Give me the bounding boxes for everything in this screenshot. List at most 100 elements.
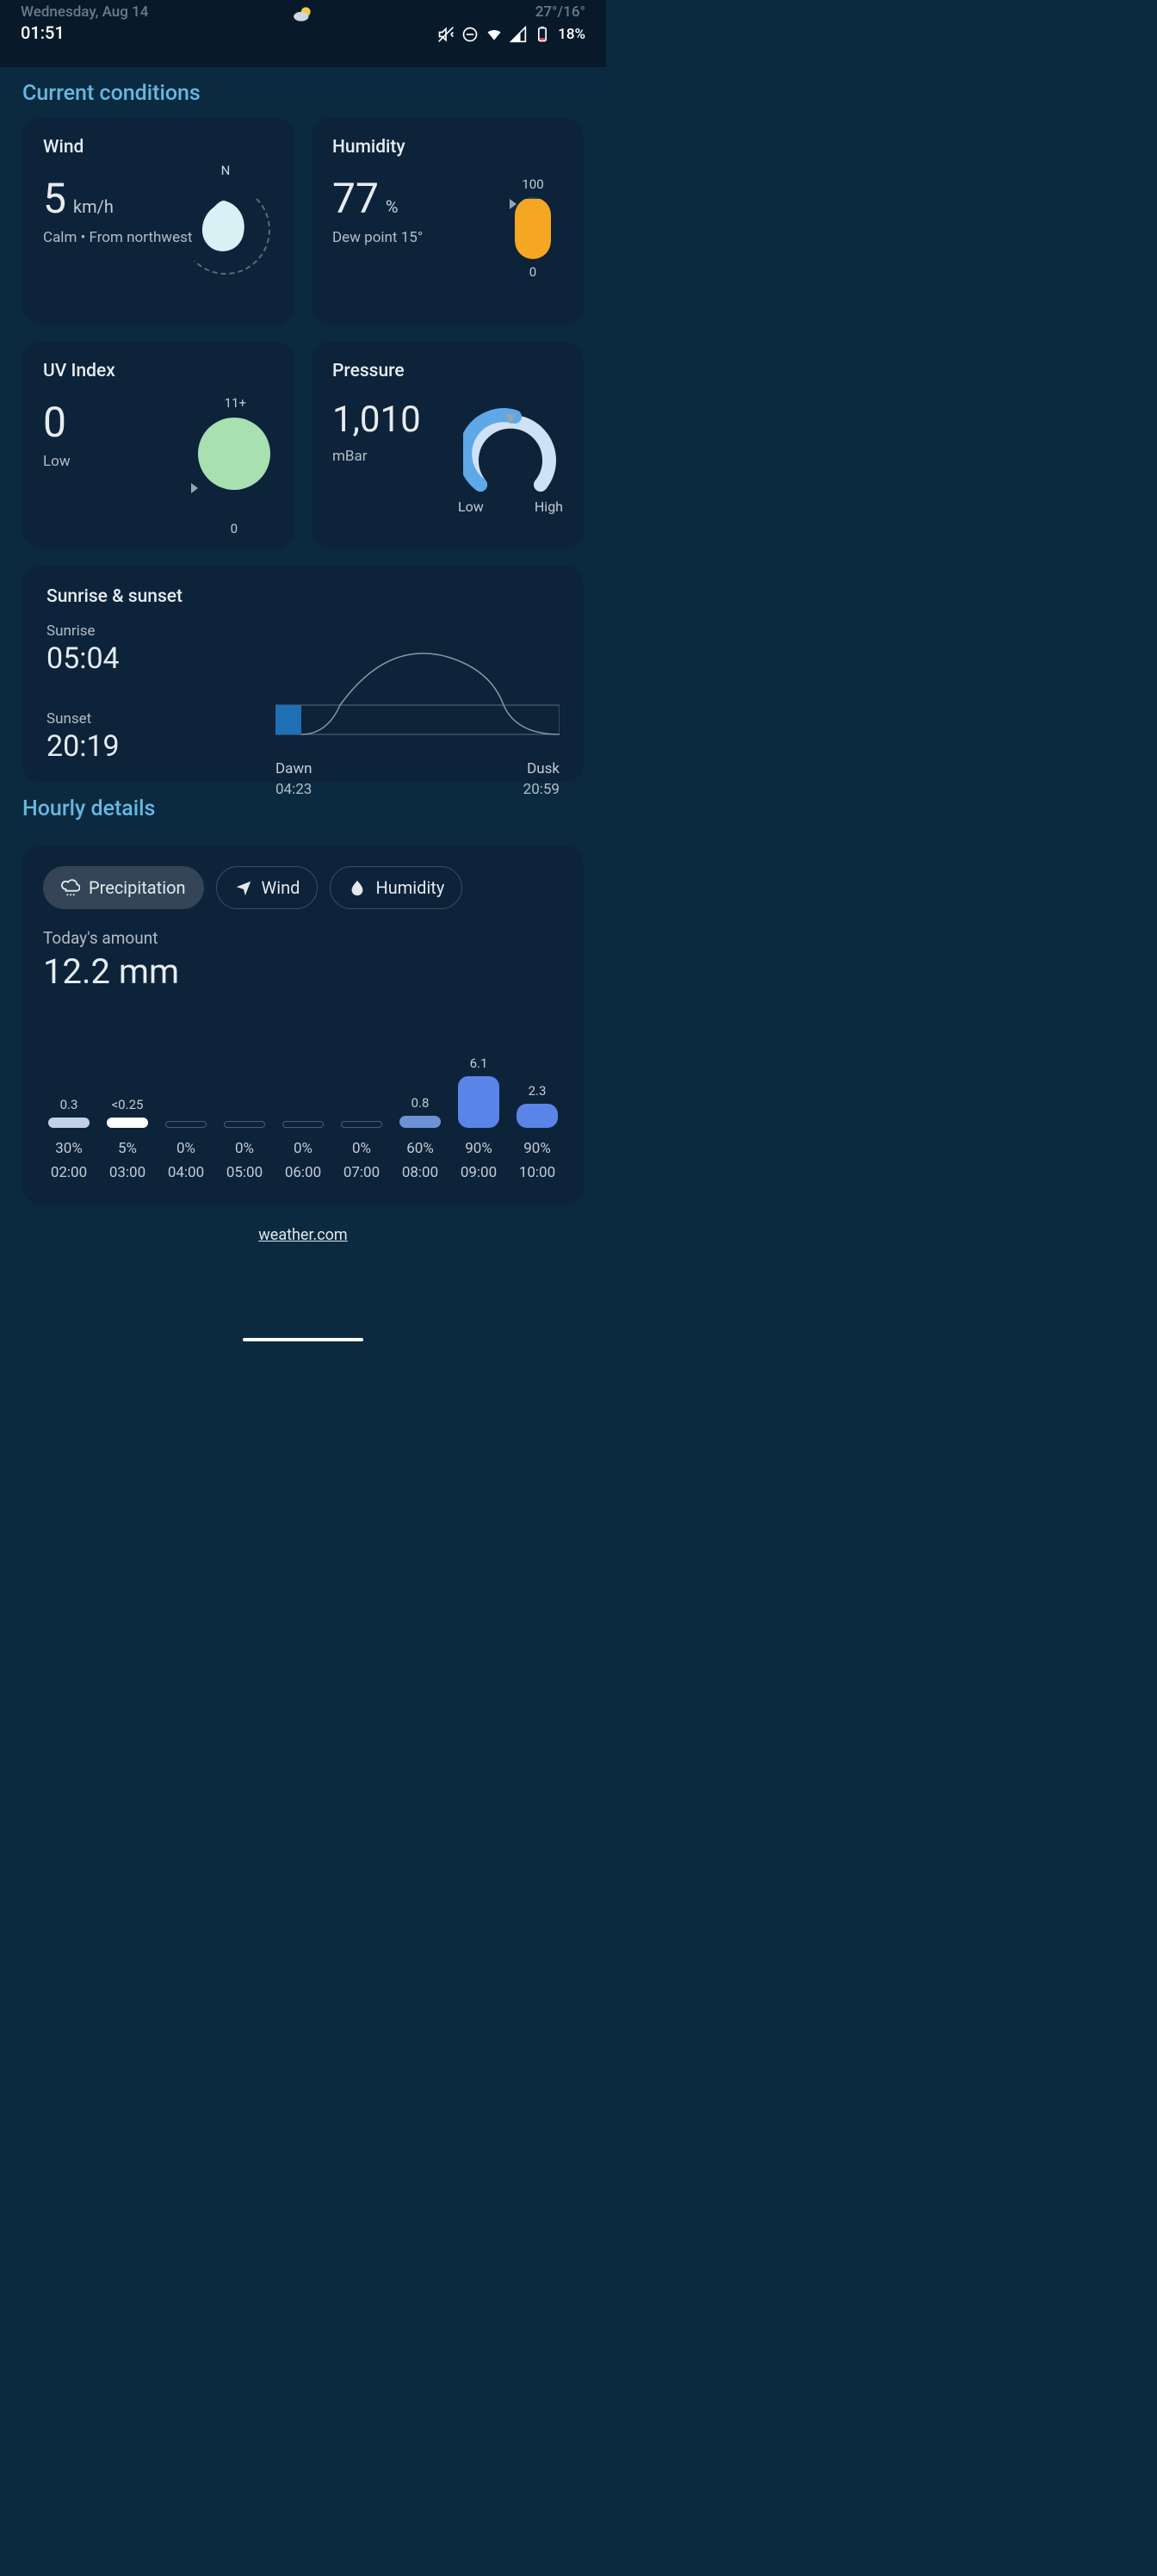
cloud-rain-icon <box>61 878 80 897</box>
precip-amount-label: <0.25 <box>112 1097 144 1112</box>
status-date: Wednesday, Aug 14 <box>21 3 148 21</box>
humidity-max: 100 <box>522 176 543 192</box>
precip-amount-label: 2.3 <box>529 1083 547 1099</box>
status-icons: 18% <box>437 26 585 43</box>
precip-bar <box>107 1118 148 1128</box>
precip-hour: 05:00 <box>219 1164 270 1181</box>
tab-wind[interactable]: Wind <box>216 866 319 909</box>
uv-max: 11+ <box>225 395 246 411</box>
precip-bar-col: 0.3 <box>43 1097 95 1128</box>
status-temps: 27°/16° <box>535 3 585 21</box>
wifi-icon <box>486 26 503 43</box>
hourly-sub: Today's amount <box>43 928 563 948</box>
precip-percent: 0% <box>160 1140 212 1157</box>
precip-percent: 90% <box>453 1140 504 1157</box>
precip-bar <box>341 1121 382 1128</box>
navigation-icon <box>234 878 253 897</box>
battery-icon <box>534 26 551 43</box>
pressure-card[interactable]: Pressure 1,010 mBar Low High <box>312 342 584 548</box>
section-current-conditions: Current conditions <box>0 67 606 118</box>
uv-value: 0 <box>43 402 66 443</box>
footer-attribution[interactable]: weather.com <box>0 1226 606 1244</box>
precip-bar <box>165 1121 207 1128</box>
pressure-value: 1,010 <box>332 402 421 438</box>
droplet-icon <box>348 878 367 897</box>
wind-value: 5 <box>43 178 66 220</box>
wind-compass: N <box>174 178 277 282</box>
precip-bar <box>517 1104 558 1128</box>
wind-unit: km/h <box>73 196 114 217</box>
dusk-label: Dusk <box>527 760 560 777</box>
pressure-gauge: Low High <box>455 407 566 515</box>
humidity-title: Humidity <box>332 137 563 158</box>
battery-percent: 18% <box>558 26 585 43</box>
wind-direction-icon <box>189 194 258 263</box>
precip-percent: 0% <box>277 1140 329 1157</box>
pressure-title: Pressure <box>332 361 563 381</box>
precip-bar-col <box>160 1100 212 1128</box>
sunrise-sunset-card[interactable]: Sunrise & sunset Sunrise 05:04 Sunset 20… <box>22 566 584 783</box>
uv-card[interactable]: UV Index 0 Low 11+ 0 <box>22 342 294 548</box>
home-indicator[interactable] <box>243 1338 363 1341</box>
precip-amount-label: 0.3 <box>60 1097 78 1112</box>
humidity-value: 77 <box>332 178 379 220</box>
precip-percent: 90% <box>511 1140 563 1157</box>
sun-title: Sunrise & sunset <box>46 586 560 607</box>
precip-bar <box>458 1076 499 1128</box>
dnd-icon <box>461 26 479 43</box>
precip-percent: 0% <box>336 1140 387 1157</box>
precip-bar-col <box>277 1100 329 1128</box>
precip-percent: 0% <box>219 1140 270 1157</box>
precip-amount-label: 0.8 <box>411 1095 430 1111</box>
precip-chart: 0.3 <0.25 0.8 6.1 2.3 <box>43 1025 563 1128</box>
precip-bar-col: 6.1 <box>453 1056 504 1128</box>
humidity-min: 0 <box>529 264 536 280</box>
precip-bar-col: 2.3 <box>511 1083 563 1128</box>
humidity-unit: % <box>386 196 399 217</box>
precip-hour: 07:00 <box>336 1164 387 1181</box>
tab-humidity-label: Humidity <box>375 877 444 898</box>
precip-hour: 02:00 <box>43 1164 95 1181</box>
precip-percent: 5% <box>102 1140 153 1157</box>
precip-bar-col <box>219 1100 270 1128</box>
sunrise-label: Sunrise <box>46 622 560 640</box>
tab-precipitation[interactable]: Precipitation <box>43 866 204 909</box>
tab-wind-label: Wind <box>262 877 300 898</box>
precip-hour: 10:00 <box>511 1164 563 1181</box>
weather-source-link[interactable]: weather.com <box>258 1226 347 1244</box>
precip-bar <box>399 1116 441 1128</box>
uv-min: 0 <box>231 521 238 536</box>
humidity-card[interactable]: Humidity 77 % Dew point 15° 100 0 <box>312 118 584 325</box>
precip-percent-row: 30% 5% 0% 0% 0% 0% 60% 90% 90% <box>43 1140 563 1157</box>
precip-percent: 60% <box>394 1140 446 1157</box>
humidity-gauge: 100 0 <box>511 176 554 280</box>
hourly-card: Precipitation Wind Humidity Today's amou… <box>22 845 584 1205</box>
precip-time-row: 02:0003:0004:0005:0006:0007:0008:0009:00… <box>43 1164 563 1181</box>
precip-hour: 06:00 <box>277 1164 329 1181</box>
tab-humidity[interactable]: Humidity <box>330 866 462 909</box>
compass-north-label: N <box>221 163 231 178</box>
mute-icon <box>437 26 455 43</box>
dawn-label: Dawn <box>275 760 312 777</box>
precip-hour: 04:00 <box>160 1164 212 1181</box>
tab-precipitation-label: Precipitation <box>89 877 186 898</box>
precip-bar <box>48 1118 90 1128</box>
precip-hour: 08:00 <box>394 1164 446 1181</box>
sun-path-graph: Dawn Dusk 04:23 20:59 <box>275 648 560 752</box>
uv-title: UV Index <box>43 361 274 381</box>
wind-card[interactable]: Wind 5 km/h Calm • From northwest N <box>22 118 294 325</box>
precip-bar-col: 0.8 <box>394 1095 446 1128</box>
status-time: 01:51 <box>21 22 148 43</box>
precip-bar <box>224 1121 265 1128</box>
wind-title: Wind <box>43 137 274 158</box>
uv-gauge-icon <box>198 418 270 490</box>
precip-percent: 30% <box>43 1140 95 1157</box>
hourly-total: 12.2 mm <box>43 951 563 992</box>
cloud-sun-icon <box>292 3 314 26</box>
precip-bar-col <box>336 1100 387 1128</box>
uv-pointer-icon <box>191 483 198 493</box>
dawn-time: 04:23 <box>275 781 312 798</box>
signal-icon <box>510 26 527 43</box>
status-bar: Wednesday, Aug 14 01:51 27°/16° 18% <box>0 0 606 67</box>
precip-amount-label: 6.1 <box>470 1056 488 1071</box>
